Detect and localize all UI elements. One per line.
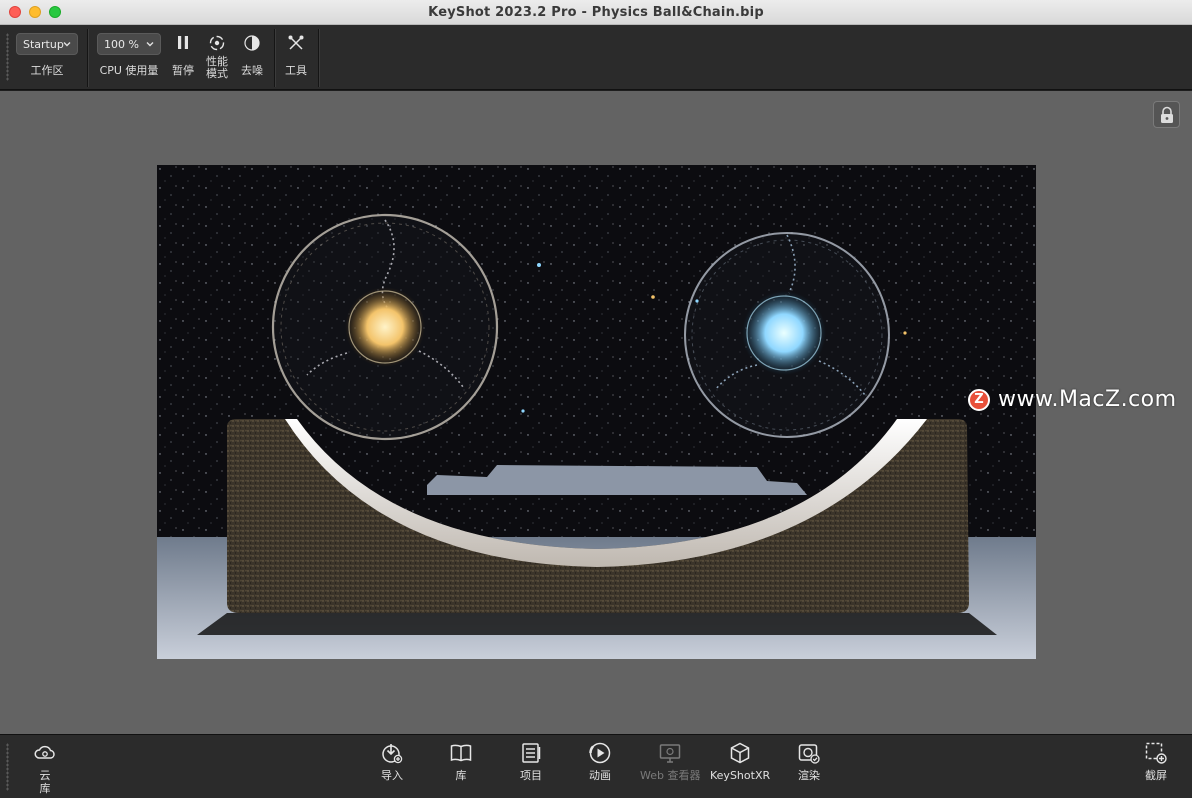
window-controls bbox=[9, 6, 61, 18]
cpu-usage-value: 100 % bbox=[104, 37, 139, 51]
minimize-window-button[interactable] bbox=[29, 6, 41, 18]
chevron-down-icon bbox=[63, 42, 71, 47]
workspace-label: 工作区 bbox=[30, 64, 64, 77]
screenshot-button[interactable]: 截屏 bbox=[1126, 741, 1186, 782]
cpu-usage-label: CPU 使用量 bbox=[99, 64, 159, 77]
animation-label: 动画 bbox=[589, 769, 611, 782]
project-button[interactable]: 项目 bbox=[501, 741, 561, 782]
watermark: Z www.MacZ.com bbox=[968, 387, 1177, 412]
library-label: 库 bbox=[455, 769, 467, 782]
pause-label: 暂停 bbox=[172, 64, 194, 77]
cpu-usage-dropdown[interactable]: 100 % bbox=[97, 33, 161, 55]
toolbar-divider bbox=[274, 29, 275, 87]
render-button[interactable]: 渲染 bbox=[779, 741, 839, 782]
cloud-icon bbox=[33, 741, 57, 765]
watermark-text: www.MacZ.com bbox=[998, 387, 1177, 412]
rendered-image bbox=[157, 165, 1036, 659]
import-icon bbox=[380, 741, 404, 765]
keyshotxr-button[interactable]: KeyShotXR bbox=[710, 741, 770, 782]
maximize-window-button[interactable] bbox=[49, 6, 61, 18]
ribbon-grip[interactable] bbox=[6, 743, 9, 791]
close-window-button[interactable] bbox=[9, 6, 21, 18]
tools-icon[interactable] bbox=[287, 34, 305, 52]
performance-mode-label: 性能 模式 bbox=[201, 56, 233, 80]
bottom-ribbon: 云 库 导入 库 项目 动画 Web 查看器 KeyShotXR 渲染 截屏 bbox=[0, 734, 1192, 798]
web-viewer-button[interactable]: Web 查看器 bbox=[640, 741, 700, 782]
monitor-icon bbox=[658, 741, 682, 765]
window-title: KeyShot 2023.2 Pro - Physics Ball&Chain.… bbox=[428, 4, 764, 20]
denoise-label: 去噪 bbox=[241, 64, 263, 77]
tools-label: 工具 bbox=[285, 64, 307, 77]
denoise-icon[interactable] bbox=[243, 34, 261, 52]
render-viewport[interactable]: Z www.MacZ.com bbox=[0, 91, 1192, 734]
cloud-library-label-line1: 云 bbox=[39, 769, 51, 782]
keyshotxr-label: KeyShotXR bbox=[710, 769, 771, 782]
pause-icon[interactable] bbox=[174, 34, 192, 52]
play-circle-icon bbox=[588, 741, 612, 765]
toolbar-divider bbox=[87, 29, 88, 87]
web-viewer-label: Web 查看器 bbox=[640, 769, 701, 782]
lock-icon bbox=[1160, 106, 1173, 123]
project-label: 项目 bbox=[520, 769, 542, 782]
toolbar-divider bbox=[318, 29, 319, 87]
screenshot-label: 截屏 bbox=[1145, 769, 1167, 782]
render-camera-icon bbox=[797, 741, 821, 765]
cloud-library-label-line2: 库 bbox=[39, 782, 51, 795]
render-scene bbox=[157, 165, 1036, 659]
animation-button[interactable]: 动画 bbox=[570, 741, 630, 782]
library-button[interactable]: 库 bbox=[431, 741, 491, 782]
screenshot-icon bbox=[1144, 741, 1168, 765]
book-icon bbox=[449, 741, 473, 765]
render-label: 渲染 bbox=[798, 769, 820, 782]
top-toolbar: Startup 工作区 100 % CPU 使用量 暂停 性能 模式 去噪 工具 bbox=[0, 25, 1192, 90]
workspace-value: Startup bbox=[23, 37, 64, 51]
import-button[interactable]: 导入 bbox=[362, 741, 422, 782]
chevron-down-icon bbox=[146, 42, 154, 47]
performance-mode-icon[interactable] bbox=[208, 34, 226, 52]
performance-mode-label-line2: 模式 bbox=[206, 67, 228, 80]
cube-icon bbox=[728, 741, 752, 765]
title-bar: KeyShot 2023.2 Pro - Physics Ball&Chain.… bbox=[0, 0, 1192, 25]
lock-camera-button[interactable] bbox=[1153, 101, 1180, 128]
watermark-logo: Z bbox=[968, 388, 990, 411]
cloud-library-button[interactable]: 云 库 bbox=[15, 741, 75, 795]
project-icon bbox=[519, 741, 543, 765]
workspace-dropdown[interactable]: Startup bbox=[16, 33, 78, 55]
import-label: 导入 bbox=[381, 769, 403, 782]
toolbar-grip[interactable] bbox=[6, 33, 9, 81]
